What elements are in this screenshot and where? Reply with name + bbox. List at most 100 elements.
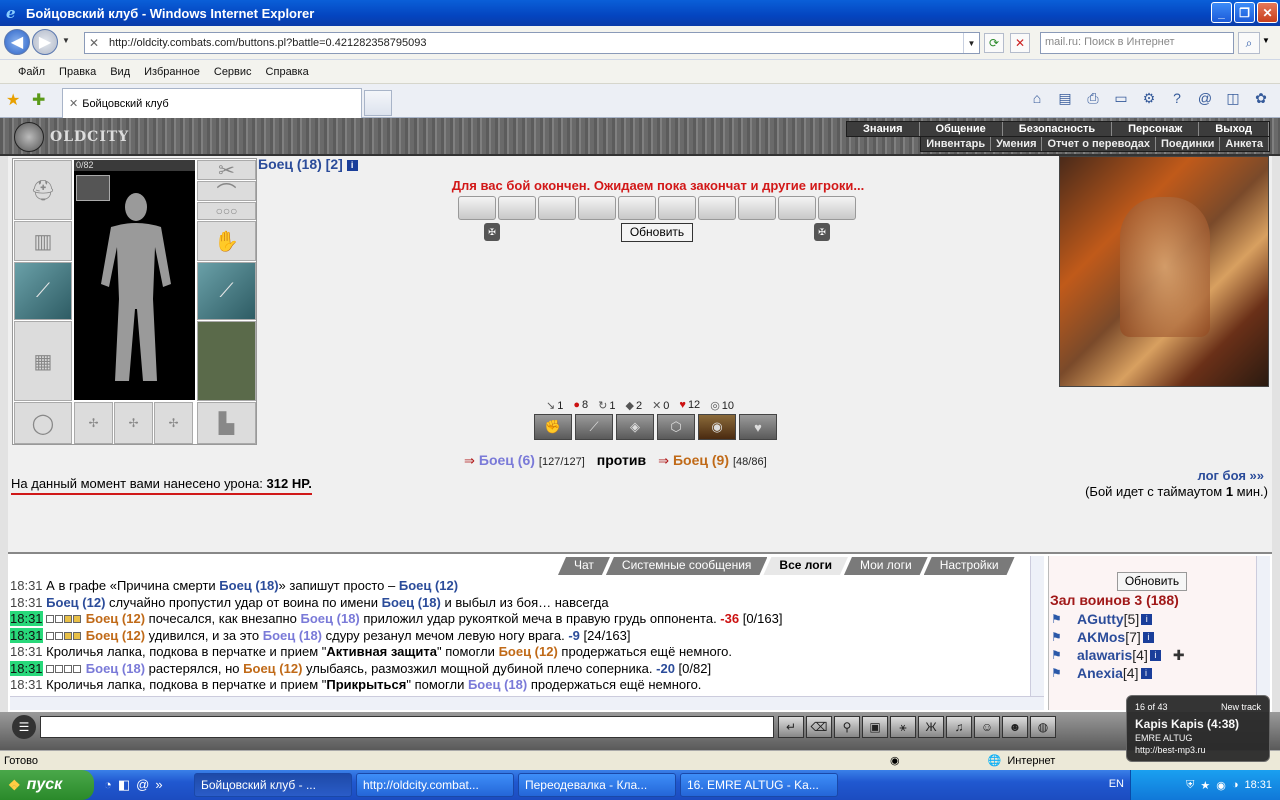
- menu-favorites[interactable]: Избранное: [144, 66, 200, 78]
- maximize-button[interactable]: ❐: [1234, 2, 1255, 23]
- tab-settings[interactable]: Настройки: [924, 557, 1015, 575]
- fighter-name-link[interactable]: Боец (18): [86, 661, 145, 676]
- mail-icon[interactable]: @: [1194, 90, 1216, 107]
- eraser-icon[interactable]: ⌫: [806, 716, 832, 738]
- tray-icon[interactable]: ◑: [1232, 779, 1239, 791]
- address-bar[interactable]: ✕ http://oldcity.combats.com/buttons.pl?…: [84, 32, 980, 54]
- menu-tools[interactable]: Сервис: [214, 66, 252, 78]
- nav-character[interactable]: Персонаж: [1112, 122, 1200, 136]
- tray-icon[interactable]: ◉: [1216, 779, 1226, 792]
- translit-icon[interactable]: Ж: [918, 716, 944, 738]
- forward-button[interactable]: ▶: [32, 29, 58, 55]
- belt-slot[interactable]: ◯: [14, 402, 72, 444]
- help-icon[interactable]: ?: [1166, 90, 1188, 107]
- tab-chat[interactable]: Чат: [558, 557, 610, 575]
- nav-profile[interactable]: Анкета: [1220, 137, 1269, 151]
- armor-slot[interactable]: ▦: [14, 321, 72, 401]
- feeds-icon[interactable]: ▤: [1054, 90, 1076, 107]
- nav-inventory[interactable]: Инвентарь: [921, 137, 992, 151]
- fighter-name-link[interactable]: Боец (18): [468, 677, 527, 692]
- fighter-name-link[interactable]: Боец (12): [86, 628, 145, 643]
- ability-slash-icon[interactable]: ⟋: [575, 414, 613, 440]
- gloves-slot[interactable]: ✋: [197, 221, 256, 261]
- menu-help[interactable]: Справка: [266, 66, 309, 78]
- taskbar-item[interactable]: 16. EMRE ALTUG - Ka...: [680, 773, 838, 797]
- taskbar-item[interactable]: http://oldcity.combat...: [356, 773, 514, 797]
- clock[interactable]: 18:31: [1244, 779, 1272, 791]
- player-list-item[interactable]: ⚑ Anexia [4] i: [1051, 664, 1251, 682]
- battle-log-link[interactable]: лог боя »»: [1197, 468, 1264, 483]
- favorites-star-icon[interactable]: ★: [6, 90, 20, 110]
- extra-icon[interactable]: ✿: [1250, 90, 1272, 107]
- room-scrollbar[interactable]: [1256, 556, 1270, 696]
- info-icon[interactable]: i: [1140, 667, 1152, 679]
- room-refresh-button[interactable]: Обновить: [1117, 572, 1187, 591]
- search-input[interactable]: mail.ru: Поиск в Интернет: [1040, 32, 1234, 54]
- taskbar-item[interactable]: Переодевалка - Кла...: [518, 773, 676, 797]
- page-icon[interactable]: ▭: [1110, 90, 1132, 107]
- right-emblem-icon[interactable]: ✠: [814, 223, 830, 241]
- player-list-item[interactable]: ⚑ AKMos [7] i: [1051, 628, 1251, 646]
- add-favorite-icon[interactable]: ✚: [32, 90, 45, 110]
- stop-button[interactable]: ✕: [1010, 33, 1030, 53]
- tray-icon[interactable]: ★: [1200, 779, 1210, 792]
- nav-skills[interactable]: Умения: [991, 137, 1043, 151]
- fighter-name-link[interactable]: Боец (18): [263, 628, 322, 643]
- boots-slot[interactable]: ▙: [197, 402, 256, 444]
- rune-slot-3[interactable]: ✢: [154, 402, 193, 444]
- tray-icon[interactable]: ⛨: [1186, 779, 1194, 792]
- tools-gear-icon[interactable]: ⚙: [1138, 90, 1160, 107]
- ability-shield-icon[interactable]: ◈: [616, 414, 654, 440]
- left-emblem-icon[interactable]: ✠: [484, 223, 500, 241]
- chat-vertical-scrollbar[interactable]: [1030, 556, 1044, 696]
- menu-edit[interactable]: Правка: [59, 66, 96, 78]
- quicklaunch-more-icon[interactable]: »: [155, 777, 162, 793]
- player-list-item[interactable]: ⚑ alawaris [4] i ✚: [1051, 646, 1251, 664]
- scroll-slot[interactable]: [698, 196, 736, 220]
- scroll-slot[interactable]: [818, 196, 856, 220]
- player-list-item[interactable]: ⚑ AGutty [5] i: [1051, 610, 1251, 628]
- info-icon[interactable]: i: [1141, 613, 1153, 625]
- ability-guard-icon[interactable]: ⬡: [657, 414, 695, 440]
- minimize-button[interactable]: _: [1211, 2, 1232, 23]
- ability-strike-icon[interactable]: ✊: [534, 414, 572, 440]
- fighter-name-link[interactable]: Боец (12): [86, 611, 145, 626]
- quicklaunch-icon[interactable]: ◔: [104, 777, 112, 793]
- menu-view[interactable]: Вид: [110, 66, 130, 78]
- bag-icon[interactable]: ◍: [1030, 716, 1056, 738]
- chat-input[interactable]: [40, 716, 774, 738]
- walk-icon[interactable]: ⚹: [890, 716, 916, 738]
- ability-eye-icon[interactable]: ◉: [698, 414, 736, 440]
- helmet-slot[interactable]: ⛑: [14, 160, 72, 220]
- chat-horizontal-scrollbar[interactable]: [10, 696, 1044, 710]
- tab-my-logs[interactable]: Мои логи: [844, 557, 928, 575]
- nav-communication[interactable]: Общение: [920, 122, 1003, 136]
- bracers-slot[interactable]: ▥: [14, 221, 72, 261]
- site-logo[interactable]: OLDCITY: [14, 122, 129, 152]
- right-weapon-slot[interactable]: ⟋: [197, 262, 256, 320]
- users-icon[interactable]: ☻: [1002, 716, 1028, 738]
- now-playing-popup[interactable]: 16 of 43 New track Kapis Kapis (4:38) EM…: [1126, 695, 1270, 762]
- fighter-name-link[interactable]: Боец (18): [219, 578, 278, 593]
- pants-slot[interactable]: [197, 321, 256, 401]
- print-icon[interactable]: ⎙: [1082, 90, 1104, 107]
- scroll-slot[interactable]: [538, 196, 576, 220]
- home-icon[interactable]: ⌂: [1026, 90, 1048, 107]
- nav-duels[interactable]: Поединки: [1156, 137, 1221, 151]
- info-icon[interactable]: i: [1142, 631, 1154, 643]
- new-tab-button[interactable]: [364, 90, 392, 116]
- rune-slot-2[interactable]: ✢: [114, 402, 153, 444]
- rune-slot-1[interactable]: ✢: [74, 402, 113, 444]
- start-button[interactable]: ❖ пуск: [0, 770, 94, 800]
- fighter-name-link[interactable]: Боец (12): [46, 595, 105, 610]
- info-icon[interactable]: i: [1149, 649, 1161, 661]
- taskbar-item[interactable]: Бойцовский клуб - ...: [194, 773, 352, 797]
- search-dropdown-icon[interactable]: ▼: [1262, 36, 1270, 45]
- menu-file[interactable]: Файл: [18, 66, 45, 78]
- quicklaunch-icon[interactable]: ◧: [118, 777, 130, 793]
- filter-icon[interactable]: ⚲: [834, 716, 860, 738]
- refresh-button[interactable]: ⟳: [984, 33, 1004, 53]
- language-indicator[interactable]: EN: [1109, 778, 1124, 790]
- tab-system-messages[interactable]: Системные сообщения: [606, 557, 768, 575]
- player-name[interactable]: Боец (18) [2]: [258, 156, 343, 172]
